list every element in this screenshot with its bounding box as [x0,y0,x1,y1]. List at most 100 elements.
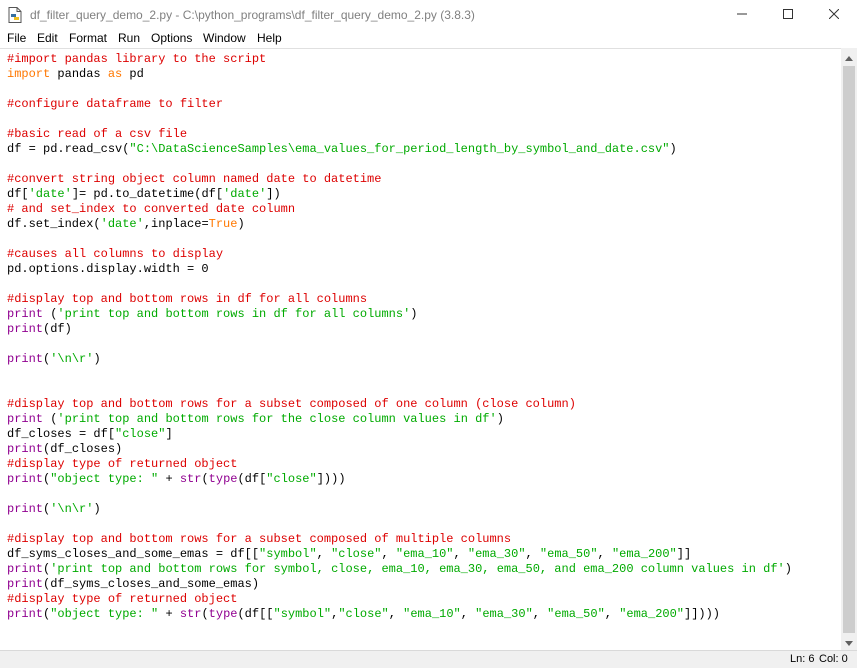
window-title: df_filter_query_demo_2.py - C:\python_pr… [30,8,475,22]
close-button[interactable] [811,0,857,30]
code-line[interactable]: #basic read of a csv file [7,127,841,142]
code-line[interactable]: #display top and bottom rows in df for a… [7,292,841,307]
code-line[interactable]: print(df_syms_closes_and_some_emas) [7,577,841,592]
code-token: ) [784,562,792,576]
menu-options[interactable]: Options [151,31,192,45]
code-line[interactable]: print('print top and bottom rows for sym… [7,562,841,577]
code-text[interactable]: #import pandas library to the script impo… [7,52,841,622]
code-token: ) [410,307,418,321]
code-line[interactable]: pd.options.display.width = 0 [7,262,841,277]
code-string: "object type: " [50,472,159,486]
code-comment: #causes all columns to display [7,247,224,261]
code-token: , [460,607,476,621]
code-line[interactable]: df.set_index('date',inplace=True) [7,217,841,232]
vertical-scrollbar[interactable] [841,48,857,650]
code-token: + [158,472,180,486]
code-builtin: print [7,322,44,336]
code-token: ]) [266,187,281,201]
code-line[interactable]: df_closes = df["close"] [7,427,841,442]
code-token: ) [496,412,504,426]
code-line[interactable] [7,112,841,127]
code-token: df_syms_closes_and_some_emas = df[[ [7,547,260,561]
code-token: , [453,547,468,561]
code-token: , [381,547,396,561]
maximize-button[interactable] [765,0,811,30]
code-line[interactable]: print(df_closes) [7,442,841,457]
code-line[interactable] [7,337,841,352]
code-token: ) [93,352,101,366]
code-string: 'date' [28,187,72,201]
code-token: + [158,607,180,621]
code-line[interactable]: print("object type: " + str(type(df["clo… [7,472,841,487]
minimize-button[interactable] [719,0,765,30]
code-line[interactable]: #convert string object column named date… [7,172,841,187]
code-line[interactable]: #display top and bottom rows for a subse… [7,532,841,547]
menu-help[interactable]: Help [257,31,282,45]
code-line[interactable]: df_syms_closes_and_some_emas = df[["symb… [7,547,841,562]
code-comment: #display type of returned object [7,592,238,606]
code-comment: #display top and bottom rows in df for a… [7,292,368,306]
code-comment: #display top and bottom rows for a subse… [7,532,512,546]
code-line[interactable]: print(df) [7,322,841,337]
menu-format[interactable]: Format [69,31,107,45]
scroll-up-button[interactable] [841,48,857,65]
code-line[interactable] [7,277,841,292]
menu-run[interactable]: Run [118,31,140,45]
scrollbar-thumb[interactable] [843,66,855,633]
code-line[interactable]: print ('print top and bottom rows in df … [7,307,841,322]
code-line[interactable]: #causes all columns to display [7,247,841,262]
code-line[interactable] [7,82,841,97]
code-line[interactable] [7,367,841,382]
code-line[interactable] [7,517,841,532]
code-builtin: print [7,577,44,591]
code-line[interactable]: print('\n\r') [7,502,841,517]
menu-bar: File Edit Format Run Options Window Help [0,30,857,48]
code-line[interactable]: print ('print top and bottom rows for th… [7,412,841,427]
scroll-down-button[interactable] [841,633,857,650]
code-comment: #display type of returned object [7,457,238,471]
code-line[interactable]: #display type of returned object [7,457,841,472]
code-line[interactable]: # and set_index to converted date column [7,202,841,217]
code-string: "object type: " [50,607,159,621]
code-line[interactable]: print('\n\r') [7,352,841,367]
code-string: "ema_200" [611,547,677,561]
code-token: , [532,607,548,621]
code-line[interactable]: #display type of returned object [7,592,841,607]
code-line[interactable]: df['date']= pd.to_datetime(df['date']) [7,187,841,202]
menu-file[interactable]: File [7,31,26,45]
code-line[interactable]: #display top and bottom rows for a subse… [7,397,841,412]
code-line[interactable] [7,487,841,502]
code-editor[interactable]: #import pandas library to the script impo… [0,48,841,650]
code-string: "ema_50" [547,607,605,621]
code-line[interactable]: import pandas as pd [7,67,841,82]
code-line[interactable]: df = pd.read_csv("C:\DataScienceSamples\… [7,142,841,157]
code-line[interactable]: #import pandas library to the script [7,52,841,67]
code-string: '\n\r' [50,352,94,366]
menu-edit[interactable]: Edit [37,31,58,45]
code-line[interactable]: #configure dataframe to filter [7,97,841,112]
code-line[interactable] [7,157,841,172]
close-icon [828,6,840,24]
code-builtin: print [7,307,44,321]
code-token: (df_syms_closes_and_some_emas) [43,577,260,591]
code-token: ) [669,142,677,156]
line-number: Ln: 6 [790,653,815,665]
code-string: "ema_30" [475,607,533,621]
code-token: ]]))) [684,607,721,621]
code-comment: # and set_index to converted date column [7,202,296,216]
code-line[interactable] [7,382,841,397]
code-builtin: type [208,607,238,621]
code-string: "symbol" [259,547,317,561]
code-token: df.set_index( [7,217,101,231]
chevron-up-icon [845,48,853,66]
code-string: "ema_200" [619,607,684,621]
code-token: ( [201,607,209,621]
menu-window[interactable]: Window [203,31,246,45]
code-token: df = pd.read_csv( [7,142,130,156]
code-line[interactable] [7,232,841,247]
code-line[interactable]: print("object type: " + str(type(df[["sy… [7,607,841,622]
code-builtin: print [7,472,44,486]
code-comment: #configure dataframe to filter [7,97,224,111]
code-token: , [604,607,620,621]
code-builtin: print [7,562,44,576]
